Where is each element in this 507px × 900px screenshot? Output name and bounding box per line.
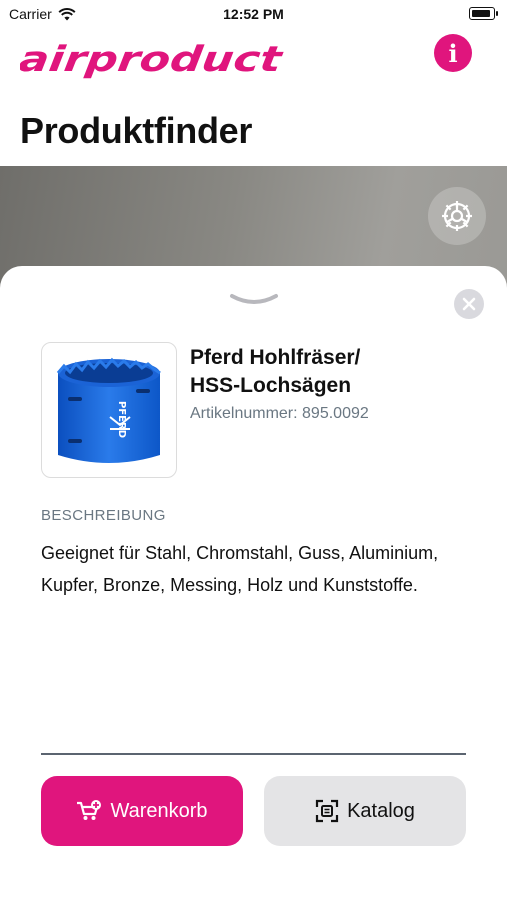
brand-logo: airproduct — [20, 40, 286, 80]
description-text: Geeignet für Stahl, Chromstahl, Guss, Al… — [41, 543, 439, 595]
catalog-button-label: Katalog — [347, 799, 415, 822]
info-icon: i — [448, 38, 458, 68]
scan-icon — [315, 799, 339, 823]
gear-icon — [442, 201, 472, 231]
info-button[interactable]: i — [434, 34, 472, 72]
close-button[interactable] — [454, 289, 484, 319]
catalog-button[interactable]: Katalog — [264, 776, 466, 846]
page-title: Produktfinder — [20, 110, 253, 151]
battery-icon — [469, 7, 498, 20]
svg-text:airproduct: airproduct — [20, 40, 286, 80]
description-label: BESCHREIBUNG — [41, 507, 166, 524]
product-title-line1: Pferd Hohlfräser/ — [190, 346, 361, 369]
product-title: Pferd Hohlfräser/ HSS-Lochsägen — [190, 344, 480, 400]
article-number: Artikelnummer: 895.0092 — [190, 405, 369, 422]
product-title-line2: HSS-Lochsägen — [190, 374, 352, 397]
divider — [41, 753, 466, 755]
cart-add-icon — [77, 800, 102, 820]
product-image: PFERD — [41, 342, 177, 478]
cart-button-label: Warenkorb — [110, 799, 208, 822]
status-bar: Carrier 12:52 PM — [0, 0, 507, 30]
chevron-down-icon[interactable] — [229, 293, 279, 307]
close-icon — [462, 297, 476, 311]
add-to-cart-button[interactable]: Warenkorb — [41, 776, 243, 846]
settings-button[interactable] — [428, 187, 486, 245]
status-time: 12:52 PM — [223, 6, 284, 22]
